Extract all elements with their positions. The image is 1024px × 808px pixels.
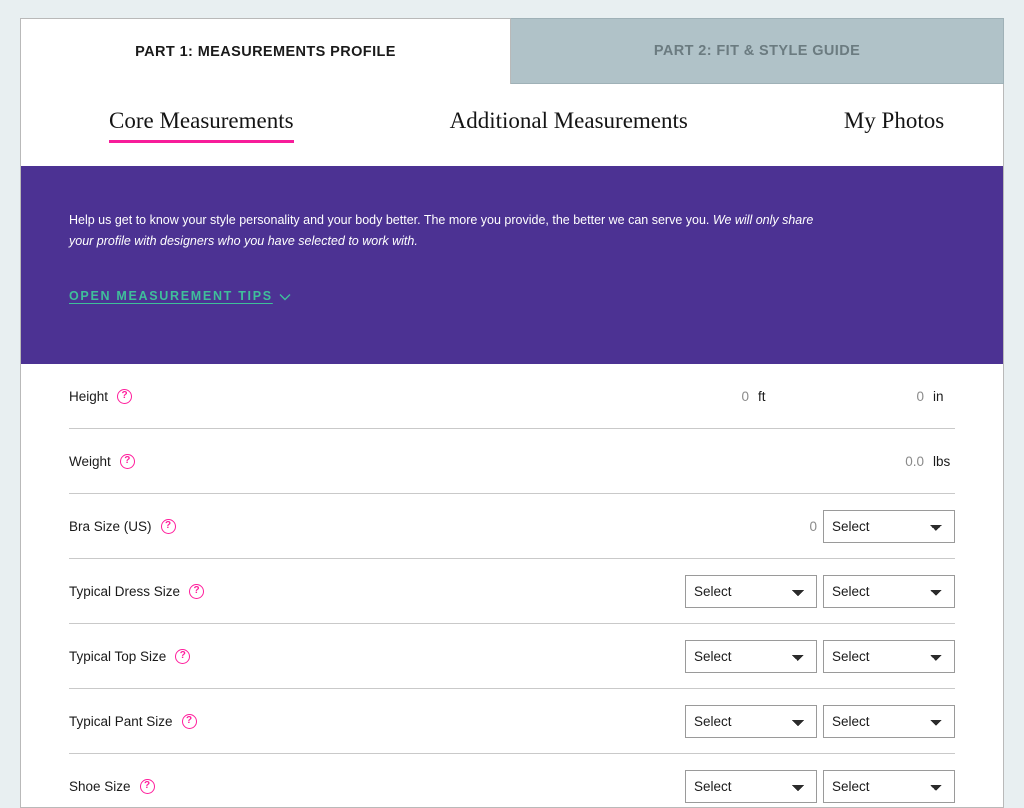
dress-size-select-2[interactable]: Select	[823, 574, 955, 608]
row-shoe-size: Shoe Size ? Select Select	[69, 754, 955, 807]
height-feet-group: ft	[693, 388, 782, 404]
row-pant-size: Typical Pant Size ? Select Select	[69, 689, 955, 754]
height-inches-input[interactable]	[868, 388, 924, 404]
bra-band-input[interactable]	[757, 518, 817, 534]
pant-size-select-1[interactable]: Select	[685, 704, 817, 738]
help-icon-shoe-size[interactable]: ?	[139, 778, 155, 794]
core-measurements-form: Height ? ft in We	[21, 364, 1003, 807]
row-weight-label-group: Weight ?	[69, 453, 135, 469]
pant-size-select-2[interactable]: Select	[823, 704, 955, 738]
sub-tab-bar: Core Measurements Additional Measurement…	[21, 84, 1003, 166]
weight-input[interactable]	[868, 453, 924, 469]
row-dress-size-fields: Select Select	[685, 574, 955, 608]
row-pant-size-fields: Select Select	[685, 704, 955, 738]
shoe-size-select-1[interactable]: Select	[685, 769, 817, 803]
row-bra-size-label-group: Bra Size (US) ?	[69, 518, 176, 534]
row-weight-fields: lbs	[868, 453, 955, 469]
tab-part-2-fit-style-guide[interactable]: PART 2: FIT & STYLE GUIDE	[511, 18, 1004, 84]
open-measurement-tips-link[interactable]: OPEN MEASUREMENT TIPS	[69, 289, 291, 304]
intro-text-plain: Help us get to know your style personali…	[69, 213, 713, 227]
row-height-label: Height	[69, 388, 109, 404]
weight-unit: lbs	[933, 453, 951, 469]
dress-size-select-1[interactable]: Select	[685, 574, 817, 608]
help-icon-dress-size[interactable]: ?	[189, 583, 205, 599]
row-bra-size: Bra Size (US) ? Select	[69, 494, 955, 559]
height-inches-group: in	[868, 388, 955, 404]
row-pant-size-label-group: Typical Pant Size ?	[69, 713, 197, 729]
row-pant-size-label: Typical Pant Size	[69, 713, 173, 729]
row-bra-size-fields: Select	[757, 509, 955, 543]
row-dress-size-label: Typical Dress Size	[69, 583, 181, 599]
top-size-select-2[interactable]: Select	[823, 639, 955, 673]
height-inches-unit: in	[933, 388, 944, 404]
sub-tab-additional-measurements[interactable]: Additional Measurements	[450, 108, 688, 143]
help-icon-pant-size[interactable]: ?	[181, 713, 197, 729]
open-measurement-tips-label: OPEN MEASUREMENT TIPS	[69, 289, 273, 304]
bra-cup-select[interactable]: Select	[823, 509, 955, 543]
row-height-label-group: Height ?	[69, 388, 133, 404]
help-icon-top-size[interactable]: ?	[175, 648, 191, 664]
chevron-down-icon	[279, 290, 291, 304]
height-feet-input[interactable]	[693, 388, 749, 404]
sub-tab-core-measurements[interactable]: Core Measurements	[109, 108, 294, 143]
row-weight: Weight ? lbs	[69, 429, 955, 494]
row-top-size-fields: Select Select	[685, 639, 955, 673]
row-height: Height ? ft in	[69, 364, 955, 429]
intro-banner: Help us get to know your style personali…	[21, 166, 1003, 364]
row-shoe-size-fields: Select Select	[685, 769, 955, 803]
row-top-size-label: Typical Top Size	[69, 648, 167, 664]
row-top-size: Typical Top Size ? Select Select	[69, 624, 955, 689]
shoe-size-select-2[interactable]: Select	[823, 769, 955, 803]
intro-banner-text: Help us get to know your style personali…	[69, 210, 829, 251]
part-tab-bar: PART 1: MEASUREMENTS PROFILE PART 2: FIT…	[20, 18, 1004, 84]
profile-card: Core Measurements Additional Measurement…	[20, 84, 1004, 808]
row-dress-size: Typical Dress Size ? Select Select	[69, 559, 955, 624]
row-shoe-size-label: Shoe Size	[69, 778, 131, 794]
help-icon-height[interactable]: ?	[117, 388, 133, 404]
row-bra-size-label: Bra Size (US)	[69, 518, 152, 534]
row-weight-label: Weight	[69, 453, 111, 469]
profile-page: PART 1: MEASUREMENTS PROFILE PART 2: FIT…	[20, 18, 1004, 808]
top-size-select-1[interactable]: Select	[685, 639, 817, 673]
row-shoe-size-label-group: Shoe Size ?	[69, 778, 155, 794]
tab-part-1-measurements-profile[interactable]: PART 1: MEASUREMENTS PROFILE	[20, 18, 511, 84]
height-feet-unit: ft	[758, 388, 766, 404]
help-icon-weight[interactable]: ?	[119, 453, 135, 469]
row-height-fields: ft in	[693, 388, 955, 404]
sub-tab-my-photos[interactable]: My Photos	[844, 108, 944, 143]
row-top-size-label-group: Typical Top Size ?	[69, 648, 191, 664]
weight-group: lbs	[868, 453, 955, 469]
help-icon-bra-size[interactable]: ?	[160, 518, 176, 534]
row-dress-size-label-group: Typical Dress Size ?	[69, 583, 205, 599]
